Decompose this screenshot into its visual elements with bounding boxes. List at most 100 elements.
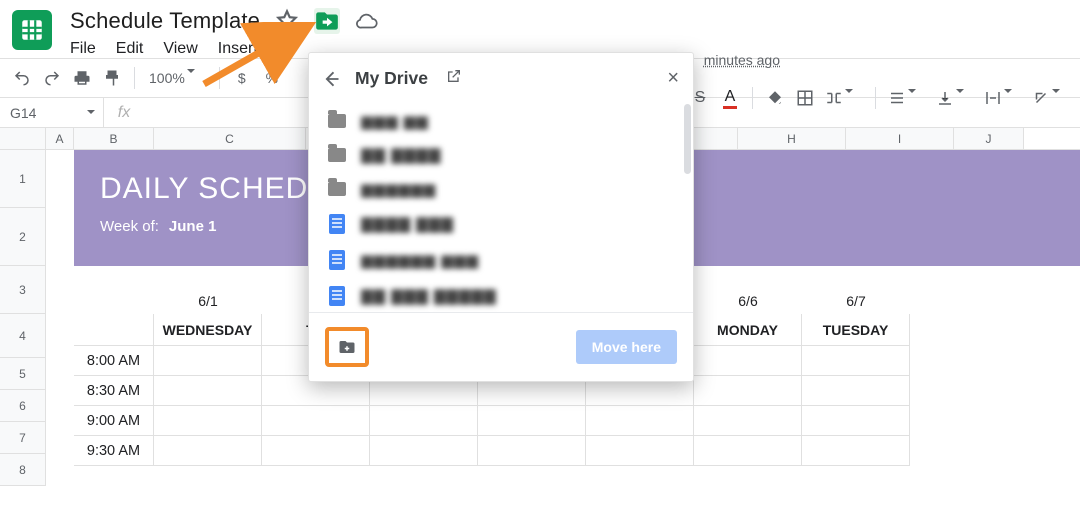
cell[interactable]: MONDAY — [694, 314, 802, 346]
paint-format-button[interactable] — [98, 64, 126, 92]
doc-title[interactable]: Schedule Template — [70, 8, 260, 34]
percent-button[interactable]: % — [258, 64, 286, 92]
undo-button[interactable] — [8, 64, 36, 92]
rotate-button[interactable] — [1028, 84, 1074, 112]
sheets-logo[interactable] — [12, 10, 52, 50]
cell[interactable] — [802, 436, 910, 466]
row-header[interactable]: 8 — [0, 454, 46, 486]
list-item[interactable]: ▇▇ ▇▇▇▇ — [309, 138, 693, 172]
cell[interactable] — [694, 346, 802, 376]
menu-format[interactable]: Fo — [278, 40, 297, 58]
doc-icon — [327, 286, 347, 306]
wrap-button[interactable] — [980, 84, 1026, 112]
cell[interactable] — [370, 436, 478, 466]
back-button[interactable] — [321, 69, 343, 89]
time-cell[interactable]: 8:30 AM — [74, 376, 154, 406]
cell[interactable] — [74, 288, 154, 314]
cell[interactable] — [370, 406, 478, 436]
time-cell[interactable]: 9:00 AM — [74, 406, 154, 436]
cell[interactable] — [586, 406, 694, 436]
move-icon[interactable] — [314, 8, 340, 34]
doc-icon — [327, 250, 347, 270]
time-cell[interactable]: 9:30 AM — [74, 436, 154, 466]
cell[interactable] — [154, 376, 262, 406]
col-header[interactable]: B — [74, 128, 154, 149]
last-edit-link[interactable]: minutes ago — [704, 52, 780, 68]
list-item[interactable]: ▆▆▆ ▆▆ — [309, 104, 693, 138]
cell[interactable] — [478, 436, 586, 466]
row-header[interactable]: 1 — [0, 150, 46, 208]
row-header[interactable]: 3 — [0, 266, 46, 314]
list-item[interactable]: ▇▇ ▇▇▇ ▇▇▇▇▇ — [309, 278, 693, 312]
col-header[interactable]: J — [954, 128, 1024, 149]
cell[interactable] — [478, 406, 586, 436]
list-item[interactable]: ▇▇▇▇ ▇▇▇ — [309, 206, 693, 242]
cell[interactable]: 6/6 — [694, 288, 802, 314]
weekof-value: June 1 — [169, 218, 217, 235]
new-folder-button[interactable] — [325, 327, 369, 367]
chevron-down-icon — [187, 69, 205, 87]
row-headers: 1 2 3 4 5 6 7 8 — [0, 150, 46, 486]
col-header[interactable]: H — [738, 128, 846, 149]
separator — [219, 67, 220, 89]
cell[interactable] — [262, 436, 370, 466]
time-cell[interactable]: 8:00 AM — [74, 346, 154, 376]
select-all-corner[interactable] — [0, 128, 46, 149]
list-item[interactable]: ▆▆▆▆▆▆ ▆▆▆ — [309, 242, 693, 278]
col-header[interactable]: A — [46, 128, 74, 149]
cloud-status-icon[interactable] — [354, 8, 380, 34]
name-box[interactable]: G14 — [0, 98, 104, 128]
cell[interactable] — [586, 436, 694, 466]
cell[interactable] — [262, 406, 370, 436]
cell[interactable] — [802, 376, 910, 406]
cell[interactable] — [802, 346, 910, 376]
menu-file[interactable]: File — [70, 40, 96, 58]
cell[interactable] — [154, 346, 262, 376]
h-align-button[interactable] — [884, 84, 930, 112]
separator — [875, 87, 876, 109]
cell[interactable] — [802, 406, 910, 436]
cell[interactable] — [694, 436, 802, 466]
print-button[interactable] — [68, 64, 96, 92]
star-icon[interactable] — [274, 8, 300, 34]
v-align-button[interactable] — [932, 84, 978, 112]
zoom-select[interactable]: 100% — [143, 64, 211, 92]
row-header[interactable]: 2 — [0, 208, 46, 266]
cell[interactable]: 6/7 — [802, 288, 910, 314]
cell[interactable]: TUESDAY — [802, 314, 910, 346]
col-header[interactable]: C — [154, 128, 306, 149]
cell[interactable] — [694, 376, 802, 406]
close-button[interactable]: × — [667, 67, 679, 90]
cell[interactable] — [74, 314, 154, 346]
fill-color-button[interactable] — [761, 84, 789, 112]
menu-view[interactable]: View — [163, 40, 197, 58]
open-in-new-icon[interactable] — [446, 68, 462, 89]
move-here-button[interactable]: Move here — [576, 330, 677, 364]
row-header[interactable]: 6 — [0, 390, 46, 422]
folder-icon — [327, 182, 347, 196]
merge-cells-button[interactable] — [821, 84, 867, 112]
text-color-button[interactable]: A — [716, 84, 744, 112]
row-header[interactable]: 7 — [0, 422, 46, 454]
separator — [134, 67, 135, 89]
folder-list[interactable]: ▆▆▆ ▆▆ ▇▇ ▇▇▇▇ ▆▆▆▆▆▆ ▇▇▇▇ ▇▇▇ ▆▆▆▆▆▆ ▆▆… — [309, 102, 693, 312]
list-item[interactable]: ▆▆▆▆▆▆ — [309, 172, 693, 206]
redo-button[interactable] — [38, 64, 66, 92]
cell[interactable] — [154, 436, 262, 466]
scrollbar[interactable] — [684, 104, 691, 174]
borders-button[interactable] — [791, 84, 819, 112]
document-bar: Schedule Template File Edit View Insert … — [0, 0, 1080, 58]
row-header[interactable]: 4 — [0, 314, 46, 358]
currency-button[interactable]: $ — [228, 64, 256, 92]
folder-icon — [327, 148, 347, 162]
popover-title: My Drive — [355, 68, 428, 89]
menu-edit[interactable]: Edit — [116, 40, 144, 58]
cell[interactable]: WEDNESDAY — [154, 314, 262, 346]
cell[interactable] — [154, 406, 262, 436]
col-header[interactable]: I — [846, 128, 954, 149]
row-header[interactable]: 5 — [0, 358, 46, 390]
cell[interactable] — [694, 406, 802, 436]
menu-insert[interactable]: Insert — [218, 40, 258, 58]
move-popover: My Drive × ▆▆▆ ▆▆ ▇▇ ▇▇▇▇ ▆▆▆▆▆▆ ▇▇▇▇ ▇▇… — [308, 52, 694, 382]
cell[interactable]: 6/1 — [154, 288, 262, 314]
